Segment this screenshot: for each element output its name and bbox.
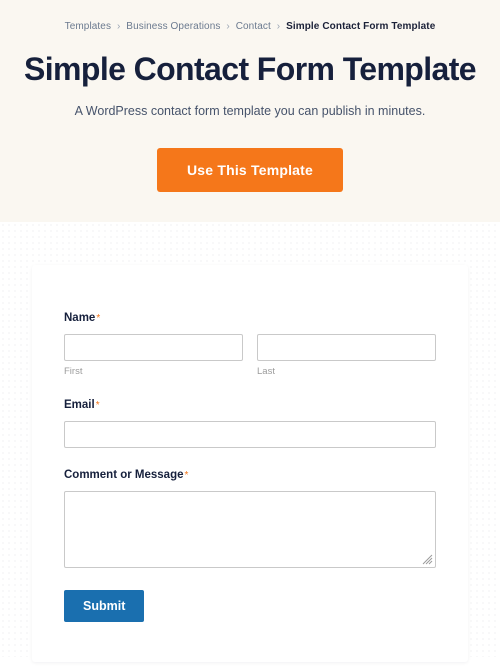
breadcrumb-item-templates[interactable]: Templates	[65, 21, 111, 32]
field-message: Comment or Message*	[64, 468, 436, 568]
breadcrumb-item-contact[interactable]: Contact	[236, 21, 271, 32]
breadcrumb-separator-icon: ›	[276, 21, 281, 32]
use-this-template-button[interactable]: Use This Template	[156, 148, 344, 192]
page-body: Name* First Last Email* Comment or Messa…	[0, 222, 500, 662]
breadcrumb-item-current: Simple Contact Form Template	[286, 21, 436, 32]
field-message-label: Comment or Message*	[64, 468, 436, 483]
field-email: Email*	[64, 398, 436, 448]
field-email-label-text: Email	[64, 399, 95, 411]
required-asterisk-icon: *	[184, 470, 189, 481]
field-name-label: Name*	[64, 311, 436, 326]
hero-section: Templates › Business Operations › Contac…	[0, 0, 500, 222]
field-email-label: Email*	[64, 398, 436, 413]
breadcrumb-separator-icon: ›	[116, 21, 121, 32]
name-last-column: Last	[257, 334, 436, 378]
required-asterisk-icon: *	[96, 313, 101, 324]
message-textarea[interactable]	[64, 491, 436, 568]
email-input[interactable]	[64, 421, 436, 448]
name-first-column: First	[64, 334, 243, 378]
message-textarea-wrapper	[64, 491, 436, 568]
breadcrumb: Templates › Business Operations › Contac…	[20, 20, 480, 34]
name-last-input[interactable]	[257, 334, 436, 361]
field-name-label-text: Name	[64, 312, 96, 324]
name-row: First Last	[64, 334, 436, 378]
page-title: Simple Contact Form Template	[23, 51, 477, 87]
contact-form-card: Name* First Last Email* Comment or Messa…	[32, 265, 468, 662]
name-first-sublabel: First	[64, 366, 83, 377]
name-last-sublabel: Last	[257, 366, 275, 377]
field-name: Name* First Last	[64, 311, 436, 378]
breadcrumb-separator-icon: ›	[226, 21, 230, 32]
submit-button[interactable]: Submit	[64, 590, 145, 622]
required-asterisk-icon: *	[95, 400, 100, 411]
field-message-label-text: Comment or Message	[64, 469, 184, 481]
breadcrumb-item-business-operations[interactable]: Business Operations	[126, 21, 220, 32]
name-first-input[interactable]	[64, 334, 243, 361]
page-subtitle: A WordPress contact form template you ca…	[74, 104, 426, 118]
